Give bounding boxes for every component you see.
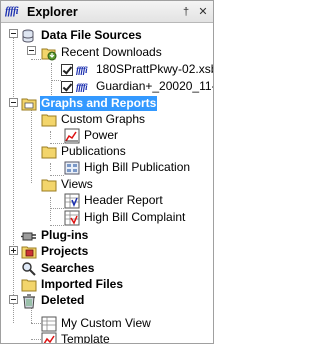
tree-label: Imported Files xyxy=(41,277,124,291)
collapse-deleted[interactable] xyxy=(9,295,18,304)
tree-node-high-bill-publication[interactable]: High Bill Publication xyxy=(64,159,191,176)
app-logo-icon: ffffi xyxy=(5,6,19,17)
report-icon xyxy=(64,210,80,226)
tree-line xyxy=(50,225,64,226)
tree-node-recent-downloads[interactable]: Recent Downloads xyxy=(41,44,163,61)
tree-line xyxy=(31,107,32,183)
tree-node-my-custom-view[interactable]: My Custom View xyxy=(41,315,152,332)
tree-node-custom-graphs[interactable]: Custom Graphs xyxy=(41,111,146,128)
plug-in-icon xyxy=(21,228,37,244)
tree-label: High Bill Publication xyxy=(84,160,191,174)
tree-label: Publications xyxy=(61,144,126,158)
tree-label: Plug-ins xyxy=(41,228,89,242)
report-icon xyxy=(64,193,80,209)
panel-title: Explorer xyxy=(27,5,78,19)
expand-projects[interactable] xyxy=(9,246,18,255)
tree-label: Data File Sources xyxy=(41,28,142,42)
tree-line xyxy=(50,208,64,209)
folder-icon xyxy=(21,96,37,112)
tree-line xyxy=(31,323,41,324)
tree-node-power[interactable]: Power xyxy=(64,127,119,144)
tree-node-file-1[interactable]: ffffi 180SPrattPkwy-02.xsb xyxy=(61,61,214,78)
close-icon[interactable]: ✕ xyxy=(196,5,210,19)
collapse-data-file-sources[interactable] xyxy=(9,29,18,38)
tree-label: Recent Downloads xyxy=(61,45,162,59)
tree-label: High Bill Complaint xyxy=(84,210,186,224)
tree-node-header-report[interactable]: Header Report xyxy=(64,192,164,209)
tree-label: Deleted xyxy=(41,293,85,307)
tree-node-publications[interactable]: Publications xyxy=(41,143,127,160)
tree-label: Projects xyxy=(41,244,89,258)
publication-icon xyxy=(64,160,80,176)
tree-label: Power xyxy=(84,128,119,142)
tree-node-data-file-sources[interactable]: Data File Sources xyxy=(21,27,143,44)
tree-label: Header Report xyxy=(84,193,163,207)
tree-label: My Custom View xyxy=(61,316,151,330)
tree-line xyxy=(50,197,51,221)
folder-icon xyxy=(41,177,57,193)
tree-node-graphs-and-reports[interactable]: Graphs and Reports xyxy=(21,95,158,112)
recycle-bin-icon xyxy=(21,293,37,309)
tree-node-deleted[interactable]: Deleted xyxy=(21,292,85,309)
tree-line xyxy=(13,33,14,323)
folder-icon xyxy=(21,277,37,293)
tree-label: 180SPrattPkwy-02.xsb xyxy=(96,62,214,76)
explorer-tree: Data File Sources Recent Downloads ffffi… xyxy=(1,27,213,343)
graph-icon xyxy=(64,128,80,144)
meter-file-icon: ffffi xyxy=(76,81,88,92)
tree-label: Guardian+_20020_11- xyxy=(96,79,214,93)
report-icon xyxy=(41,316,57,332)
tree-line xyxy=(31,59,41,60)
searches-icon xyxy=(21,261,37,277)
tree-label: Template xyxy=(61,332,110,344)
folder-icon xyxy=(41,112,57,128)
tree-line xyxy=(31,339,41,340)
tree-node-high-bill-complaint[interactable]: High Bill Complaint xyxy=(64,209,186,226)
tree-node-template[interactable]: Template xyxy=(41,331,111,344)
tree-label: Views xyxy=(61,177,93,191)
tree-label: Searches xyxy=(41,261,95,275)
collapse-recent-downloads[interactable] xyxy=(27,46,36,55)
data-source-icon xyxy=(21,28,37,44)
folder-icon xyxy=(41,144,57,160)
tree-node-searches[interactable]: Searches xyxy=(21,260,95,277)
file-2-checkbox[interactable] xyxy=(61,80,73,93)
file-1-checkbox[interactable] xyxy=(61,63,73,76)
tree-node-imported-files[interactable]: Imported Files xyxy=(21,276,124,293)
tree-line xyxy=(50,163,51,171)
meter-file-icon: ffffi xyxy=(76,64,88,75)
tree-label: Custom Graphs xyxy=(61,112,146,126)
tree-node-file-2[interactable]: ffffi Guardian+_20020_11- xyxy=(61,78,214,95)
tree-label: Graphs and Reports xyxy=(40,96,158,111)
explorer-panel: ffffi Explorer † ✕ Data File Sources Rec… xyxy=(0,0,214,344)
tree-node-projects[interactable]: Projects xyxy=(21,243,89,260)
tree-node-views[interactable]: Views xyxy=(41,176,94,193)
collapse-graphs-and-reports[interactable] xyxy=(9,98,18,107)
tree-node-plug-ins[interactable]: Plug-ins xyxy=(21,227,89,244)
explorer-title-bar: ffffi Explorer † ✕ xyxy=(1,1,213,23)
tree-line xyxy=(50,131,51,139)
projects-icon xyxy=(21,244,37,260)
template-icon xyxy=(41,332,57,343)
pin-icon[interactable]: † xyxy=(179,5,193,19)
recent-downloads-icon xyxy=(41,45,57,61)
tree-line xyxy=(51,80,61,81)
